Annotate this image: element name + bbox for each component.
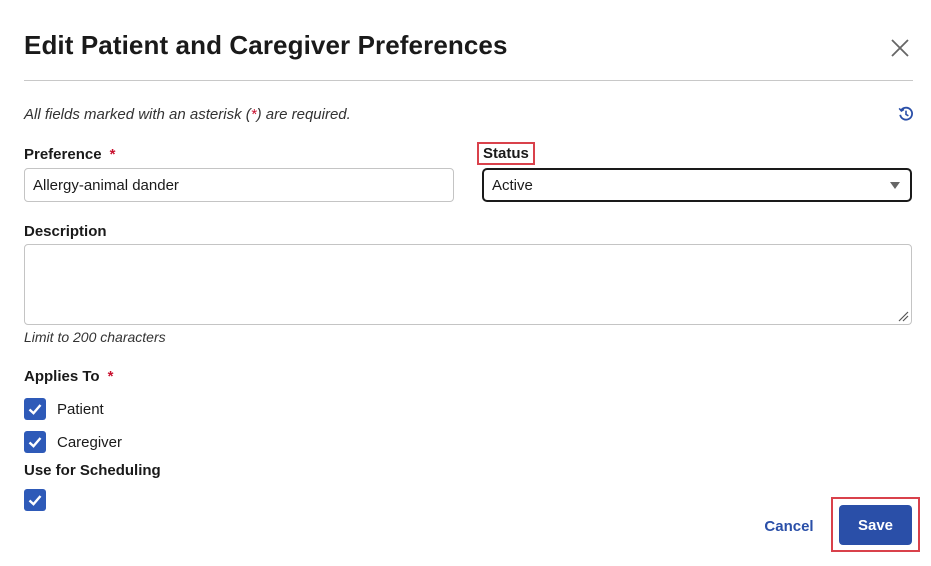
header-divider	[24, 80, 913, 81]
applies-to-label: Applies To *	[24, 368, 114, 385]
save-button[interactable]: Save	[839, 505, 912, 545]
close-icon	[891, 39, 909, 57]
cancel-button[interactable]: Cancel	[752, 510, 826, 542]
patient-checkbox[interactable]	[24, 398, 46, 420]
chevron-down-icon	[890, 181, 900, 189]
patient-checkbox-label: Patient	[57, 400, 104, 418]
dialog-title: Edit Patient and Caregiver Preferences	[24, 30, 508, 60]
use-for-scheduling-checkbox[interactable]	[24, 489, 46, 511]
check-icon	[28, 437, 42, 448]
use-for-scheduling-label: Use for Scheduling	[24, 462, 161, 479]
required-fields-note: All fields marked with an asterisk (*) a…	[24, 106, 351, 123]
patient-checkbox-row[interactable]: Patient	[24, 398, 104, 420]
history-icon	[898, 106, 913, 121]
preference-required-mark: *	[109, 146, 116, 163]
status-select[interactable]: Active	[482, 168, 912, 202]
use-for-scheduling-checkbox-row[interactable]	[24, 489, 46, 511]
preference-input[interactable]	[24, 168, 454, 202]
caregiver-checkbox-label: Caregiver	[57, 433, 123, 451]
status-selected-value: Active	[492, 176, 533, 194]
caregiver-checkbox-row[interactable]: Caregiver	[24, 431, 122, 453]
caregiver-checkbox[interactable]	[24, 431, 46, 453]
check-icon	[28, 404, 42, 415]
applies-to-required-mark: *	[107, 368, 114, 385]
description-textarea[interactable]	[24, 244, 912, 325]
status-label: Status	[477, 142, 535, 165]
check-icon	[28, 495, 42, 506]
preference-label: Preference *	[24, 146, 116, 163]
history-button[interactable]	[896, 104, 916, 124]
resize-grip-icon[interactable]	[897, 310, 909, 322]
close-button[interactable]	[886, 34, 914, 62]
description-label: Description	[24, 223, 107, 240]
description-limit-note: Limit to 200 characters	[24, 329, 166, 345]
